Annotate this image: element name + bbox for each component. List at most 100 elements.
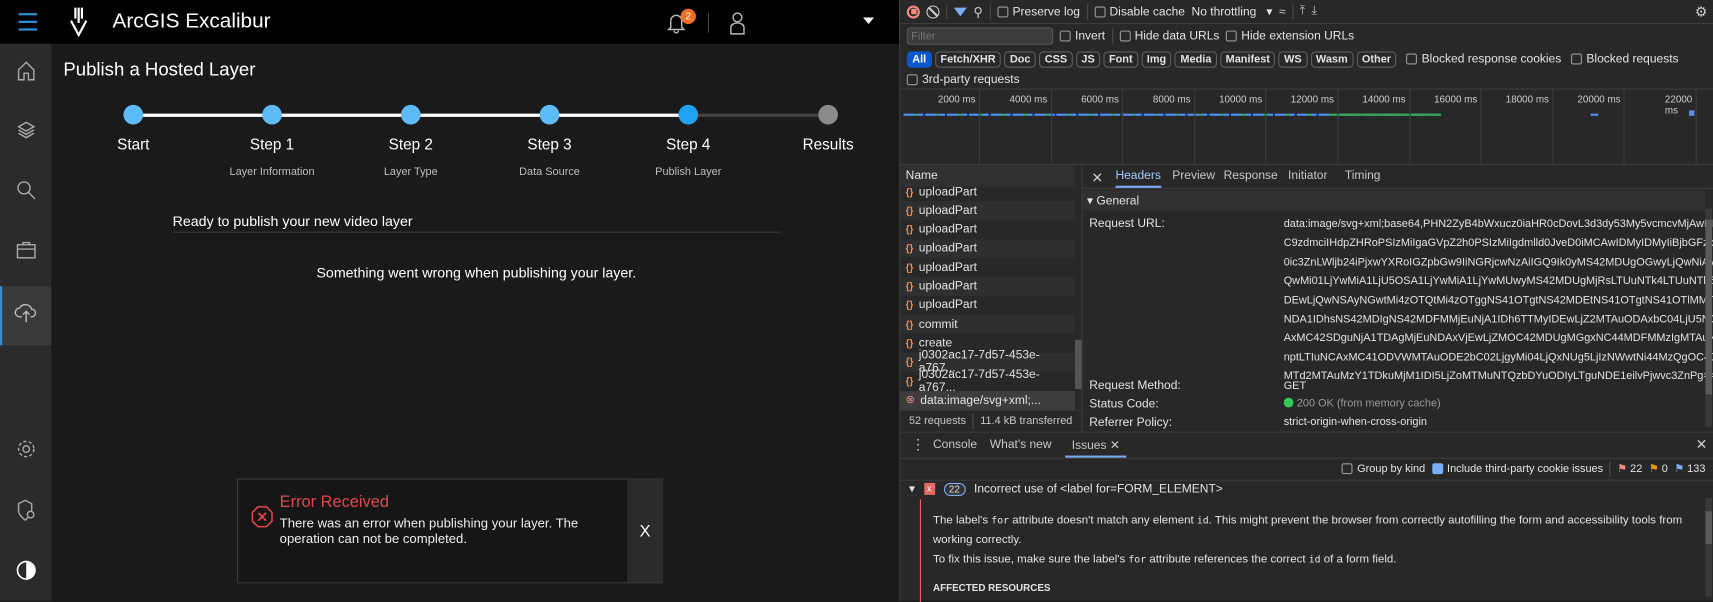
shield-gear-icon[interactable] [13,497,39,523]
fetch-icon: {} [905,280,914,292]
request-method-label: Request Method: [1089,379,1181,393]
close-tab-icon: ✕ [1109,439,1120,453]
detail-tab-timing[interactable]: Timing [1345,169,1381,182]
import-har-icon[interactable]: ⤒ [1300,4,1305,18]
hide-data-urls-checkbox[interactable]: Hide data URLs [1119,29,1219,43]
drawer-tab-console[interactable]: Console [933,438,977,451]
ready-heading: Ready to publish your new video layer [172,213,413,230]
request-url-line: NDA1IDhsNS42MDIgNS42MDFMMjEuNjA1IDh6TTMy… [1283,313,1713,326]
filter-chip-wasm[interactable]: Wasm [1310,50,1354,68]
close-drawer-icon[interactable]: ✕ [1696,436,1708,453]
request-row[interactable]: {} uploadPart [900,220,1075,239]
detail-tab-headers[interactable]: Headers [1115,169,1161,188]
filter-chip-media[interactable]: Media [1174,50,1217,68]
request-row[interactable]: {} j0302ac17-7d57-453e-a767... [900,368,1075,394]
drawer-tab-issues[interactable]: Issues ✕ [1065,433,1127,458]
preserve-log-checkbox[interactable]: Preserve log [997,5,1080,18]
name-column-header[interactable]: Name [900,164,1076,187]
timeline-tick-label: 4000 ms [1009,93,1048,105]
user-icon[interactable] [729,11,746,35]
request-row-selected[interactable]: ⊗ data:image/svg+xml;... [900,391,1076,410]
timeline-waterfall-bar [1590,113,1599,116]
toast-close-button[interactable]: X [627,479,664,583]
settings-gear-icon[interactable]: ⚙ [1695,3,1708,20]
filter-chip-doc[interactable]: Doc [1004,50,1036,68]
blocked-requests-checkbox[interactable]: Blocked requests [1571,52,1679,66]
export-har-icon[interactable]: ⤓ [1312,4,1317,18]
home-icon[interactable] [13,58,39,84]
filter-chip-manifest[interactable]: Manifest [1220,50,1276,68]
request-row[interactable]: {} uploadPart [900,201,1076,220]
disable-cache-checkbox[interactable]: Disable cache [1094,5,1185,18]
request-row[interactable]: {} commit [900,314,1076,334]
timeline-tick-label: 6000 ms [1081,93,1119,105]
request-row[interactable]: {} uploadPart [900,296,1075,315]
contrast-toggle-icon[interactable] [13,557,39,583]
filter-chip-js[interactable]: JS [1075,50,1101,68]
list-scrollbar[interactable] [1075,339,1082,389]
detail-tab-response[interactable]: Response [1224,169,1278,182]
fetch-icon: {} [905,356,914,368]
step-label: Start [117,135,150,153]
request-list: Name {} uploadPart{} uploadPart{} uploadPar… [900,163,1083,432]
filter-chip-other[interactable]: Other [1356,50,1397,68]
request-row[interactable]: {} uploadPart [900,239,1076,258]
sidebar-item-publish[interactable] [0,286,52,346]
detail-tab-preview[interactable]: Preview [1172,169,1215,182]
network-conditions-icon[interactable]: ≈ [1279,5,1286,18]
third-party-checkbox[interactable]: 3rd-party requests [906,73,1020,86]
settings-gear-icon[interactable] [13,436,39,462]
blocked-cookies-checkbox[interactable]: Blocked response cookies [1406,52,1561,66]
issue-title: Incorrect use of <label for=FORM_ELEMENT… [974,482,1223,496]
invert-checkbox[interactable]: Invert [1059,29,1105,43]
request-row[interactable]: {} uploadPart [900,276,1076,296]
error-count: ⚑ 22 [1617,462,1643,475]
drawer-tab-whats-new[interactable]: What's new [990,438,1052,451]
detail-scrollbar[interactable] [1705,208,1712,428]
excalibur-logo-icon [70,7,88,38]
issues-toolbar: Group by kind Include third-party cookie… [1341,461,1705,477]
request-method-value: GET [1283,380,1307,393]
request-url-line: 0ic3ZnLWljb24iPjxwYXRoIGZpbGw9IiNGRjcwNz… [1283,256,1713,269]
include-third-party-checkbox[interactable]: Include third-party cookie issues [1431,463,1603,475]
request-row[interactable]: {} uploadPart [900,185,1075,201]
filter-chip-all[interactable]: All [906,50,932,68]
step-sublabel: Layer Type [383,166,438,179]
fetch-icon: {} [905,205,914,217]
timeline-gridline [1337,89,1339,164]
filter-input[interactable] [906,27,1054,45]
timeline-gridline [1623,89,1625,164]
briefcase-icon[interactable] [13,237,39,263]
general-section-header[interactable]: ▾ General [1082,190,1706,211]
search-icon[interactable]: ⚲ [973,4,983,19]
detail-tab-initiator[interactable]: Initiator [1288,169,1327,182]
filter-chip-fetchxhr[interactable]: Fetch/XHR [934,50,1002,68]
filter-chip-img[interactable]: Img [1141,50,1172,68]
drawer-scrollbar[interactable] [1705,498,1712,597]
issue-header[interactable]: ▾ x 22 Incorrect use of <label for=FORM_… [909,482,1223,496]
drawer-menu-icon[interactable]: ⋮ [911,436,925,453]
timeline-tick-label: 14000 ms [1362,93,1406,105]
step-label: Step 4 [666,135,711,153]
user-dropdown-caret-icon[interactable] [863,17,874,25]
search-icon[interactable] [13,177,39,203]
timeline-overview[interactable]: 2000 ms 4000 ms 6000 ms 8000 ms 10000 ms 1200… [900,89,1713,164]
throttling-select[interactable]: No throttling ▾ [1192,4,1273,18]
layers-icon[interactable] [13,117,39,143]
record-stop-icon[interactable] [906,4,920,19]
fetch-icon: {} [905,337,914,349]
clear-icon[interactable] [926,4,940,19]
step-dot-3 [539,104,560,125]
request-row[interactable]: {} uploadPart [900,258,1075,277]
filter-chip-ws[interactable]: WS [1278,50,1308,68]
hide-extension-urls-checkbox[interactable]: Hide extension URLs [1225,29,1354,43]
filter-funnel-icon[interactable] [953,7,967,16]
excalibur-app: ArcGIS Excalibur 2 Publish a Hosted Laye… [0,0,900,601]
error-message: Something went wrong when publishing you… [316,264,637,281]
group-by-kind-checkbox[interactable]: Group by kind [1341,463,1425,475]
filter-chip-css[interactable]: CSS [1039,50,1073,68]
fetch-icon: {} [905,318,914,330]
filter-chip-font[interactable]: Font [1103,50,1139,68]
detail-close-icon[interactable]: ✕ [1091,169,1103,186]
hamburger-menu-icon[interactable] [18,13,38,31]
